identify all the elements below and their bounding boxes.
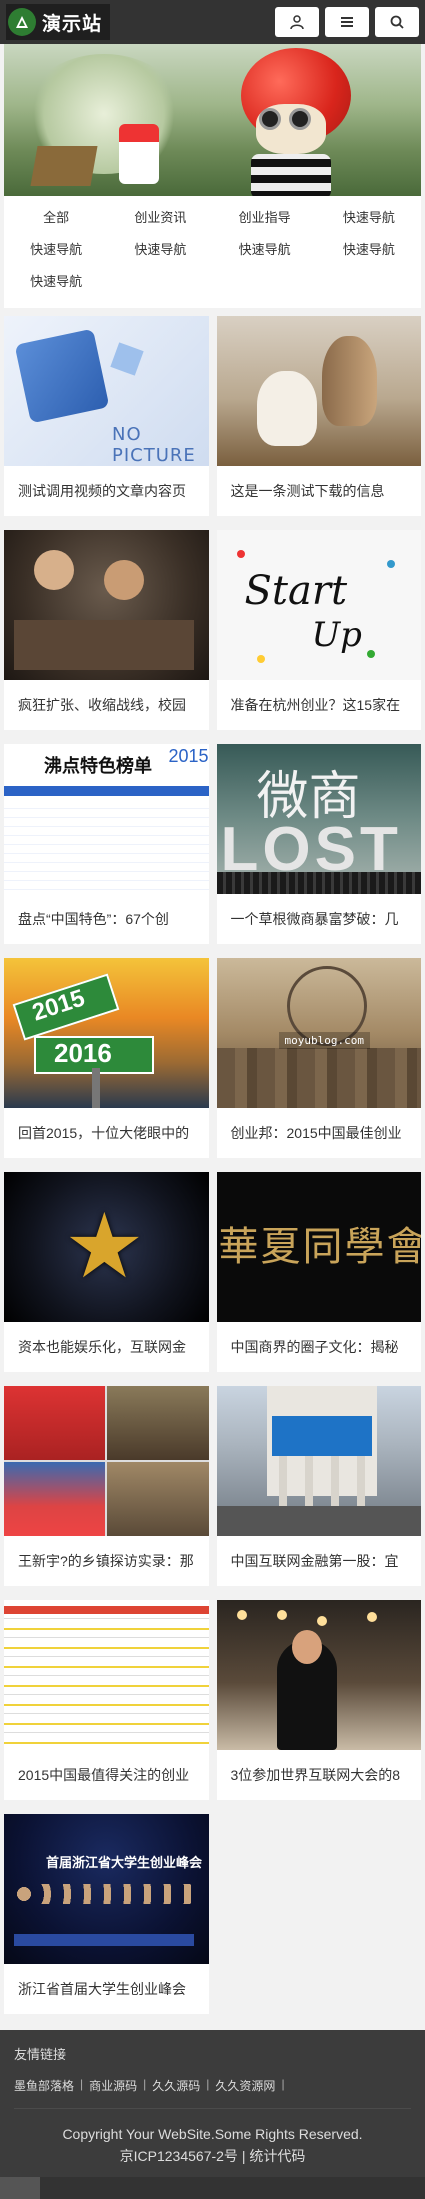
thumbnail-text: 首届浙江省大学生创业峰会 xyxy=(46,1855,203,1870)
article-thumbnail[interactable]: ★ xyxy=(4,1172,209,1322)
article-card[interactable]: 首届浙江省大学生创业峰会 浙江省首届大学生创业峰会 xyxy=(4,1814,209,2014)
footer-bottom-bar xyxy=(0,2177,425,2199)
article-thumbnail[interactable] xyxy=(4,1600,209,1750)
friend-links: 墨鱼部落格 | 商业源码 | 久久源码 | 久久资源网 | xyxy=(14,2077,411,2109)
banner: 全部 创业资讯 创业指导 快速导航 快速导航 快速导航 快速导航 快速导航 快速… xyxy=(4,44,421,308)
thumbnail-text: Start xyxy=(244,568,348,614)
article-card[interactable]: 華夏同學會 中国商界的圈子文化：揭秘 xyxy=(216,1172,422,1372)
category-quick-nav[interactable]: 快速导航 xyxy=(317,202,421,234)
article-card[interactable]: NO PICTURE 测试调用视频的文章内容页 xyxy=(4,316,209,516)
user-icon xyxy=(290,15,304,30)
article-card[interactable]: 微商 LOST 一个草根微商暴富梦破：几 xyxy=(216,744,422,944)
article-title[interactable]: 3位参加世界互联网大会的8 xyxy=(217,1750,422,1800)
category-quick-nav[interactable]: 快速导航 xyxy=(4,266,108,298)
category-quick-nav[interactable]: 快速导航 xyxy=(213,234,317,266)
article-thumbnail[interactable] xyxy=(216,316,421,466)
friend-link[interactable]: 墨鱼部落格 xyxy=(14,2077,74,2094)
article-card[interactable]: 沸点特色榜单 2015 盘点“中国特色”：67个创 xyxy=(4,744,209,944)
article-card[interactable]: moyublog.com 创业邦：2015中国最佳创业 xyxy=(216,958,422,1158)
article-card[interactable]: 2015 2016 回首2015，十位大佬眼中的 xyxy=(4,958,209,1158)
article-thumbnail[interactable]: 沸点特色榜单 2015 xyxy=(4,744,209,894)
site-logo[interactable]: 演示站 xyxy=(6,4,111,40)
category-startup-news[interactable]: 创业资讯 xyxy=(108,202,212,234)
article-title[interactable]: 中国商界的圈子文化：揭秘 xyxy=(217,1322,422,1372)
article-title[interactable]: 疯狂扩张、收缩战线，校园 xyxy=(4,680,209,730)
friend-link[interactable]: 商业源码 xyxy=(89,2077,137,2094)
article-title[interactable]: 浙江省首届大学生创业峰会 xyxy=(4,1964,209,2014)
article-card[interactable]: 中国互联网金融第一股：宜 xyxy=(216,1386,422,1586)
site-footer: 友情链接 墨鱼部落格 | 商业源码 | 久久源码 | 久久资源网 | Copyright… xyxy=(0,2030,425,2177)
article-thumbnail[interactable] xyxy=(216,1600,421,1750)
article-card[interactable]: Start Up 准备在杭州创业？这15家在 xyxy=(216,530,422,730)
thumbnail-text: 2016 xyxy=(54,1038,112,1068)
article-thumbnail[interactable] xyxy=(4,530,209,680)
article-title[interactable]: 王新宇?的乡镇探访实录：那 xyxy=(4,1536,209,1586)
friend-link[interactable]: 久久源码 xyxy=(152,2077,200,2094)
stats-code-link[interactable]: 统计代码 xyxy=(249,2148,305,2164)
mountain-logo-icon xyxy=(8,8,36,36)
star-icon: ★ xyxy=(64,1197,145,1297)
article-title[interactable]: 测试调用视频的文章内容页 xyxy=(4,466,209,516)
article-title[interactable]: 资本也能娱乐化，互联网金 xyxy=(4,1322,209,1372)
article-thumbnail[interactable]: 微商 LOST xyxy=(216,744,421,894)
category-startup-guide[interactable]: 创业指导 xyxy=(213,202,317,234)
article-title[interactable]: 回首2015，十位大佬眼中的 xyxy=(4,1108,209,1158)
article-title[interactable]: 创业邦：2015中国最佳创业 xyxy=(217,1108,422,1158)
thumbnail-text: 華夏同學會 xyxy=(218,1224,422,1270)
article-thumbnail[interactable] xyxy=(216,1386,421,1536)
category-quick-nav[interactable]: 快速导航 xyxy=(4,234,108,266)
category-quick-nav[interactable]: 快速导航 xyxy=(317,234,421,266)
article-card[interactable]: 疯狂扩张、收缩战线，校园 xyxy=(4,530,209,730)
category-nav: 全部 创业资讯 创业指导 快速导航 快速导航 快速导航 快速导航 快速导航 快速… xyxy=(4,196,421,308)
article-title[interactable]: 一个草根微商暴富梦破：几 xyxy=(217,894,422,944)
article-title[interactable]: 2015中国最值得关注的创业 xyxy=(4,1750,209,1800)
article-card[interactable]: 2015中国最值得关注的创业 xyxy=(4,1600,209,1800)
article-thumbnail[interactable]: 首届浙江省大学生创业峰会 xyxy=(4,1814,209,1964)
thumbnail-watermark: moyublog.com xyxy=(278,1032,370,1049)
article-card[interactable]: 这是一条测试下载的信息 xyxy=(216,316,422,516)
article-thumbnail[interactable]: 華夏同學會 xyxy=(216,1172,422,1322)
article-card[interactable]: 王新宇?的乡镇探访实录：那 xyxy=(4,1386,209,1586)
article-card[interactable]: ★ 资本也能娱乐化，互联网金 xyxy=(4,1172,209,1372)
article-thumbnail[interactable]: moyublog.com xyxy=(216,958,421,1108)
article-thumbnail[interactable]: 2015 2016 xyxy=(4,958,209,1108)
article-card[interactable]: 3位参加世界互联网大会的8 xyxy=(216,1600,422,1800)
site-header: 演示站 xyxy=(0,0,425,44)
article-grid: NO PICTURE 测试调用视频的文章内容页 这是一条测试下载的信息 疯狂扩张… xyxy=(4,316,421,2014)
menu-icon xyxy=(341,17,353,27)
copyright-block: Copyright Your WebSite.Some Rights Reser… xyxy=(14,2123,411,2167)
article-thumbnail[interactable]: Start Up xyxy=(216,530,421,680)
thumbnail-text: Up xyxy=(311,615,362,655)
icp-link[interactable]: 京ICP1234567-2号 xyxy=(120,2148,238,2164)
friend-link[interactable]: 久久资源网 xyxy=(215,2077,275,2094)
article-thumbnail[interactable]: NO PICTURE xyxy=(4,316,209,466)
thumbnail-text: NO PICTURE xyxy=(112,424,196,466)
category-quick-nav[interactable]: 快速导航 xyxy=(108,234,212,266)
friend-links-title: 友情链接 xyxy=(14,2047,67,2062)
thumbnail-text: 沸点特色榜单 xyxy=(44,756,152,776)
category-all[interactable]: 全部 xyxy=(4,202,108,234)
site-name: 演示站 xyxy=(42,13,103,35)
banner-image[interactable] xyxy=(4,44,421,196)
search-button[interactable] xyxy=(375,7,419,37)
search-icon xyxy=(390,15,404,29)
article-thumbnail[interactable] xyxy=(4,1386,209,1536)
article-title[interactable]: 盘点“中国特色”：67个创 xyxy=(4,894,209,944)
thumbnail-text: 2015 xyxy=(168,746,209,766)
article-title[interactable]: 这是一条测试下载的信息 xyxy=(217,466,422,516)
user-button[interactable] xyxy=(275,7,319,37)
copyright-text: Copyright Your WebSite.Some Rights Reser… xyxy=(62,2126,363,2142)
menu-button[interactable] xyxy=(325,7,369,37)
article-title[interactable]: 准备在杭州创业？这15家在 xyxy=(217,680,422,730)
article-title[interactable]: 中国互联网金融第一股：宜 xyxy=(217,1536,422,1586)
